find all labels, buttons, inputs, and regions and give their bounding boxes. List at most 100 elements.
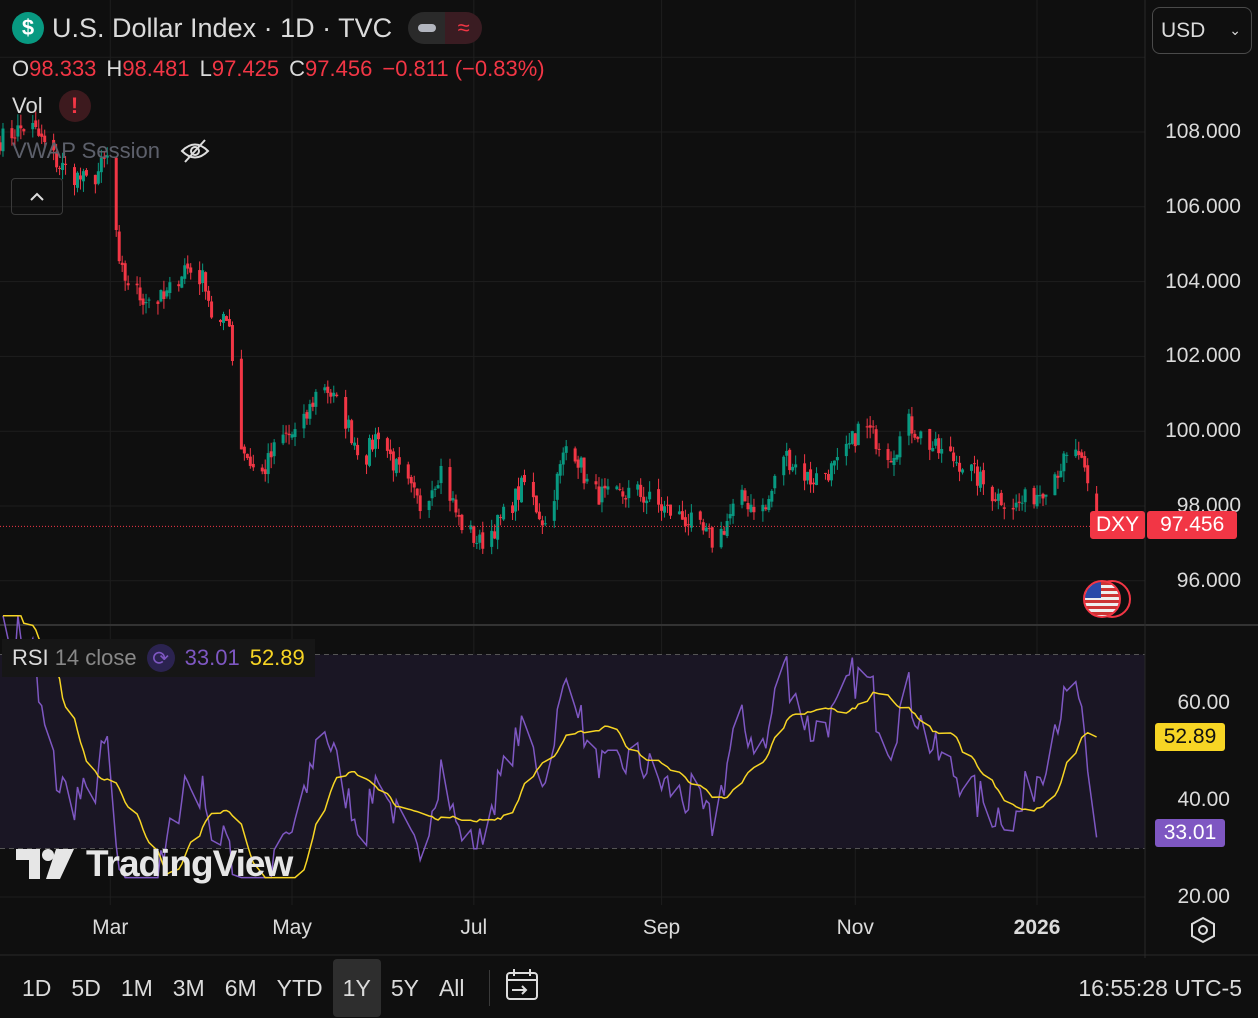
date-range-icon[interactable] [504,968,540,1008]
candle-body [853,433,857,447]
price-tick-label: 96.000 [1176,568,1241,592]
candle-body [242,446,246,454]
settings-hex-icon[interactable] [1188,915,1218,950]
candle-body [740,489,744,505]
volume-indicator[interactable]: Vol ! [12,90,91,122]
warning-icon[interactable]: ! [58,90,91,122]
time-tick-label: Nov [836,916,874,939]
candle-body [683,517,687,527]
candle-body [835,457,839,461]
candle-body [493,531,497,539]
range-button-6m[interactable]: 6M [215,958,267,1018]
candle-body [844,443,848,457]
symbol-header[interactable]: $ U.S. Dollar Index · 1D · TVC ≈ [12,12,483,44]
candle-body [224,316,228,321]
candle-body [186,263,190,269]
range-button-1m[interactable]: 1M [111,958,163,1018]
range-button-5d[interactable]: 5D [61,958,110,1018]
candle-body [180,276,184,288]
candle-body [159,290,163,302]
candle-body [84,170,88,176]
candle-body [722,531,726,535]
candle-body [147,299,151,301]
candle-body [642,496,646,503]
last-price-value: 97.456 [1147,511,1238,539]
candle-body [618,488,622,490]
candle-body [803,463,807,481]
candle-body [1080,452,1084,458]
refresh-icon[interactable]: ⟳ [146,644,175,672]
candle-body [522,475,526,483]
rsi-legend[interactable]: RSI 14 close ⟳ 33.01 52.89 [2,639,315,677]
candle-body [93,174,97,185]
rsi-ma-tag: 52.89 [1155,723,1225,751]
hidden-eye-icon[interactable] [180,138,210,164]
candle-body [210,301,214,318]
candle-body [481,532,485,549]
range-button-all[interactable]: All [429,958,475,1018]
candle-body [1065,454,1069,456]
vwap-indicator[interactable]: VWAP Session [12,138,210,164]
symbol-title[interactable]: U.S. Dollar Index · 1D · TVC [52,13,392,44]
price-tick-label: 108.000 [1165,120,1241,143]
candle-body [406,464,410,479]
candle-body [725,521,729,537]
candle-body [22,129,26,132]
candle-body [576,459,580,468]
divider [488,970,490,1006]
delayed-data-icon: ≈ [445,12,483,44]
candle-body [144,302,148,304]
candle-body [919,431,923,439]
candle-body [975,466,979,486]
candle-body [78,175,82,180]
candle-body [207,290,211,301]
range-button-1d[interactable]: 1D [12,958,61,1018]
currency-select[interactable]: USD ⌄ [1152,7,1252,54]
candle-body [561,452,565,465]
candle-body [791,466,795,471]
collapse-legend-button[interactable] [11,178,63,215]
candle-body [773,475,777,489]
candle-body [785,450,789,456]
rsi-value: 33.01 [184,645,240,670]
price-tick-label: 102.000 [1165,344,1241,368]
candle-body [666,504,670,506]
candle-body [1020,502,1024,504]
candle-body [937,438,941,454]
range-button-5y[interactable]: 5Y [381,958,429,1018]
candle-body [1011,507,1015,510]
candle-body [1062,453,1066,472]
candle-body [552,501,556,521]
events-flag-icon[interactable] [1083,580,1131,620]
candle-body [239,358,243,450]
range-button-ytd[interactable]: YTD [267,958,333,1018]
candle-body [707,528,711,530]
dollar-logo-icon: $ [12,12,44,44]
range-button-1y[interactable]: 1Y [332,959,381,1017]
candle-body [615,486,619,490]
candle-body [245,453,249,459]
candle-body [201,270,205,284]
candle-body [961,469,965,473]
candle-body [141,298,145,305]
low-label: L [199,56,212,81]
candle-body [251,463,255,468]
candle-body [812,482,816,485]
candle-body [1017,501,1021,503]
candle-body [123,263,127,281]
range-button-3m[interactable]: 3M [163,958,215,1018]
market-status-pill[interactable]: ≈ [408,12,483,44]
candle-body [388,449,392,455]
candle-body [394,459,398,474]
candle-body [135,283,139,286]
candle-body [514,488,518,512]
candle-body [58,167,62,169]
candle-body [1038,495,1042,497]
candle-body [460,514,464,531]
candle-body [558,464,562,476]
candle-body [520,477,523,503]
tradingview-watermark[interactable]: TradingView [16,843,293,885]
clock[interactable]: 16:55:28 UTC-5 [1078,975,1242,1002]
candle-body [1,128,5,152]
candle-body [1023,489,1027,503]
